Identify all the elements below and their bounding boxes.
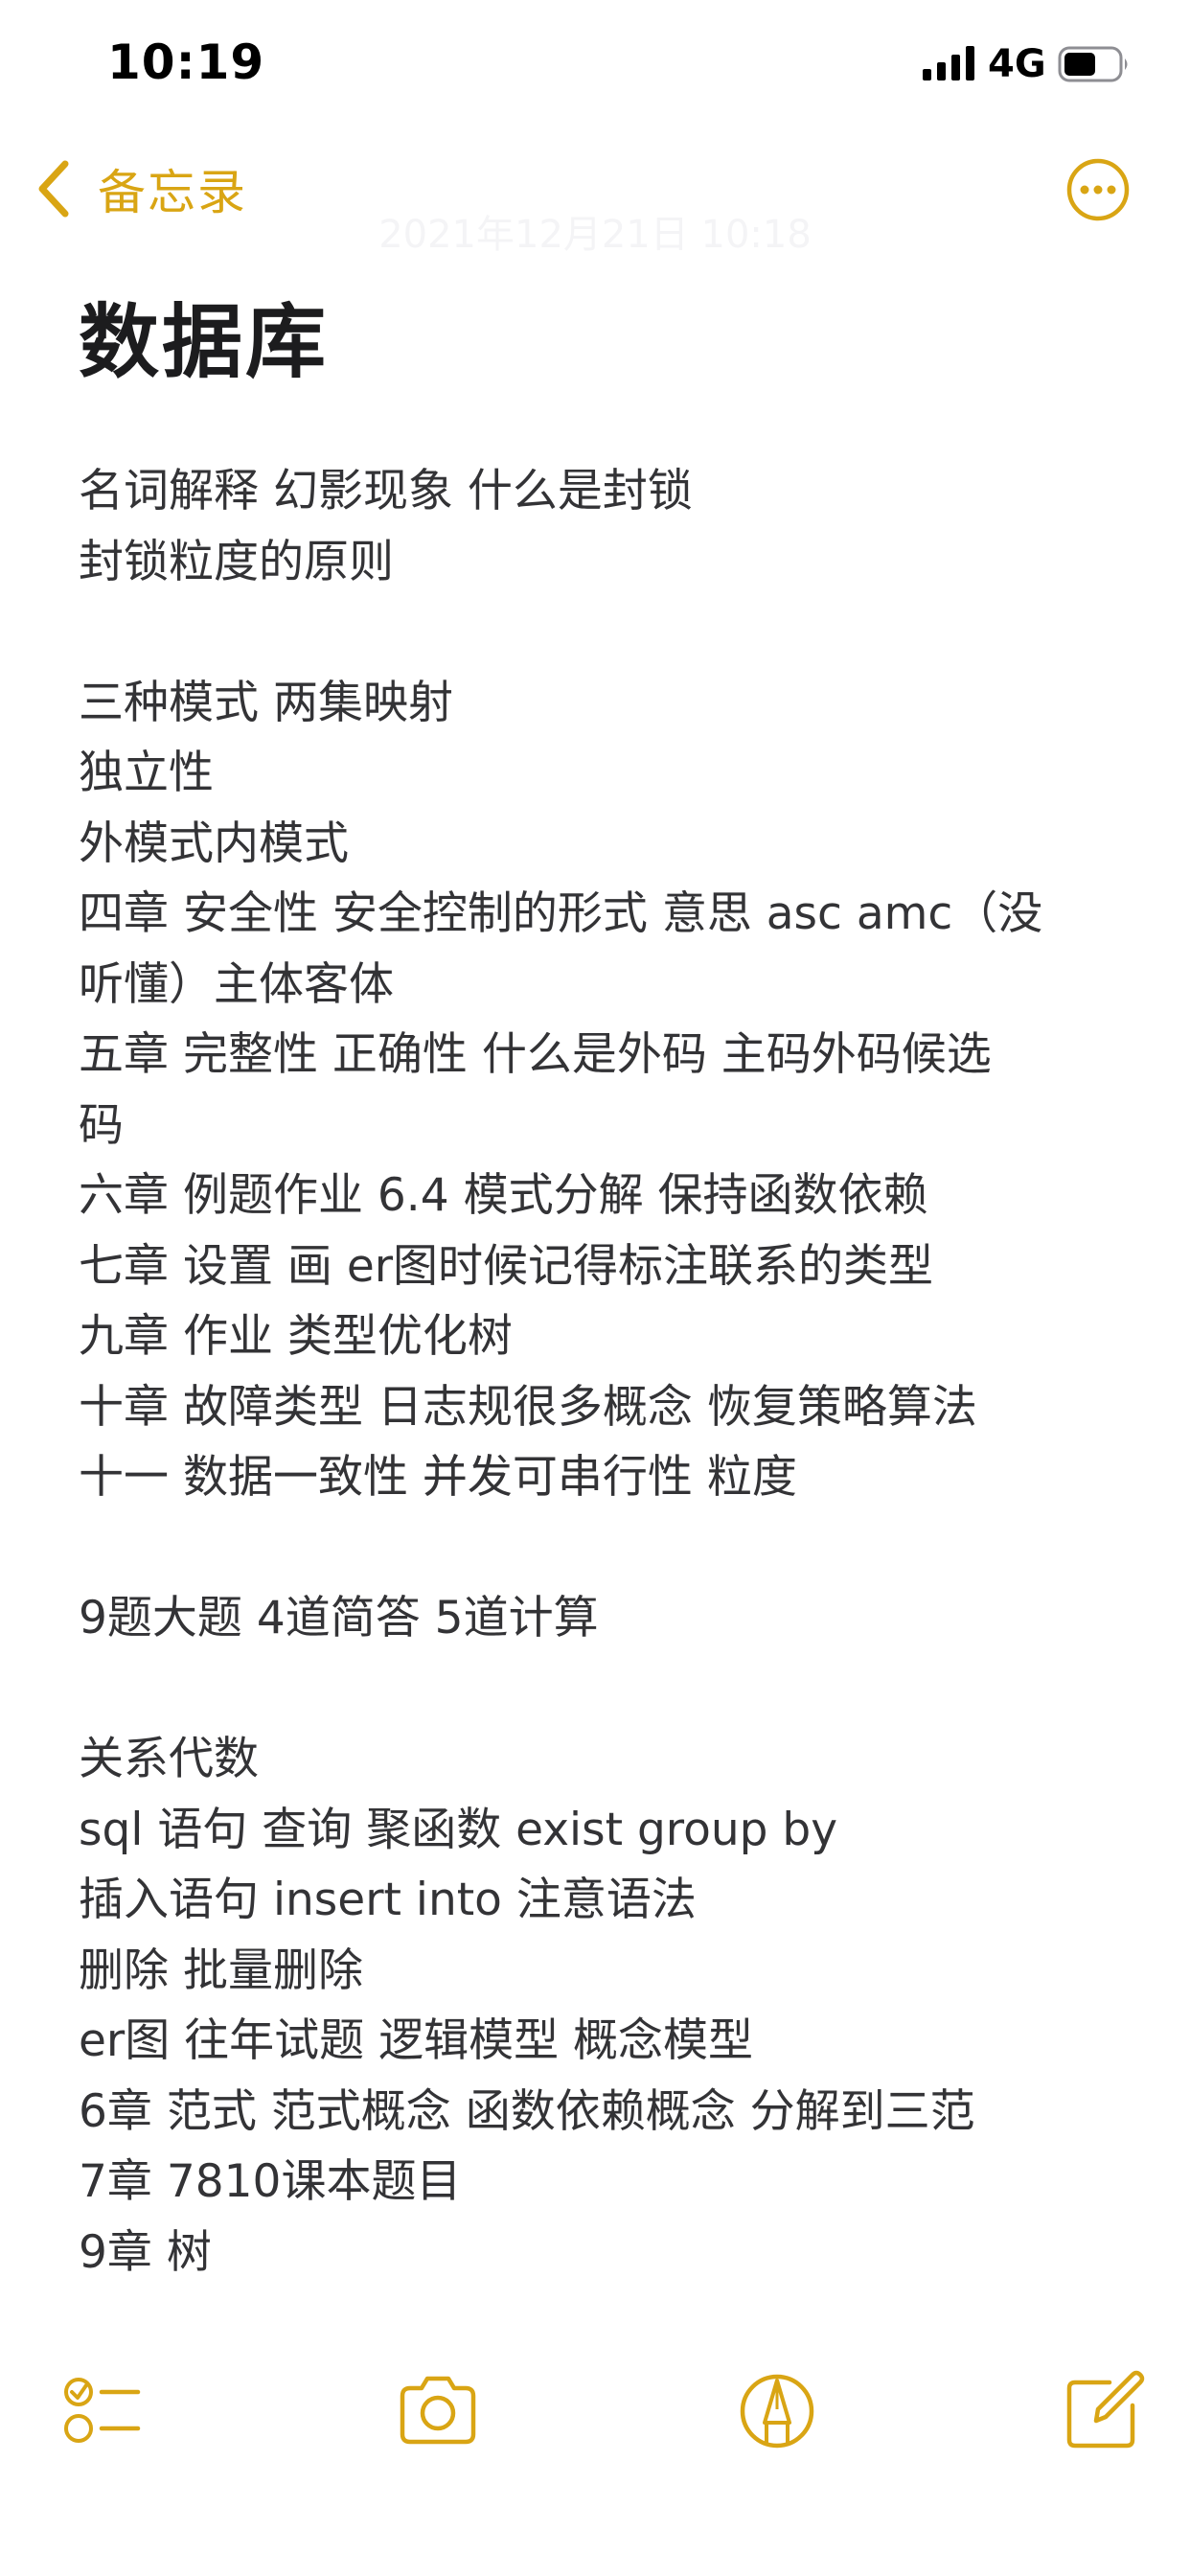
note-line: 删除 批量删除 <box>79 1944 363 1997</box>
network-type: 4G <box>988 42 1046 86</box>
note-line: sql 语句 查询 聚函数 exist group by <box>79 1803 838 1856</box>
note-line: 码 <box>79 1098 124 1152</box>
checklist-icon[interactable] <box>59 2367 146 2453</box>
note-body[interactable]: 名词解释 幻影现象 什么是封锁 封锁粒度的原则三种模式 两集映射 独立性外模式内模式… <box>79 456 1123 2288</box>
note-line: 十一 数据一致性 并发可串行性 粒度 <box>79 1451 797 1504</box>
compose-icon[interactable] <box>1062 2367 1148 2453</box>
note-line: 独立性 <box>79 747 214 799</box>
note-line: 四章 安全性 安全控制的形式 意思 asc amc（没 <box>79 887 1043 940</box>
status-time: 10:19 <box>107 34 265 90</box>
note-line: 三种模式 两集映射 <box>79 676 453 729</box>
battery-icon <box>1058 46 1128 82</box>
note-line: 七章 设置 画 er图时候记得标注联系的类型 <box>79 1239 934 1293</box>
note-line: 插入语句 insert into 注意语法 <box>79 1874 697 1926</box>
note-line: 六章 例题作业 6.4 模式分解 保持函数依赖 <box>79 1169 928 1222</box>
note-line: 6章 范式 范式概念 函数依赖概念 分解到三范 <box>79 2084 975 2138</box>
note-date: 2021年12月21日 10:18 <box>378 213 812 257</box>
note-line: 9题大题 4道简答 5道计算 <box>79 1592 599 1644</box>
note-line: 封锁粒度的原则 <box>79 535 394 588</box>
bottom-toolbar <box>0 2367 1190 2472</box>
note-line: er图 往年试题 逻辑模型 概念模型 <box>79 2014 754 2067</box>
note-line: 9章 树 <box>79 2225 212 2279</box>
note-title[interactable]: 数据库 <box>79 278 329 394</box>
markup-pen-icon[interactable] <box>734 2367 820 2453</box>
note-line: 九章 作业 类型优化树 <box>79 1310 513 1363</box>
note-line: 十章 故障类型 日志规很多概念 恢复策略算法 <box>79 1380 977 1434</box>
note-line: 名词解释 幻影现象 什么是封锁 <box>79 465 693 518</box>
camera-icon[interactable] <box>395 2367 481 2453</box>
cellular-signal-icon <box>923 46 974 80</box>
note-line: 外模式内模式 <box>79 816 349 870</box>
note-line: 听懂）主体客体 <box>79 957 394 1011</box>
status-bar: 10:19 4G <box>0 0 1190 125</box>
note-line: 关系代数 <box>79 1733 259 1785</box>
note-line: 7章 7810课本题目 <box>79 2155 462 2208</box>
note-line: 五章 完整性 正确性 什么是外码 主码外码候选 <box>79 1028 992 1081</box>
